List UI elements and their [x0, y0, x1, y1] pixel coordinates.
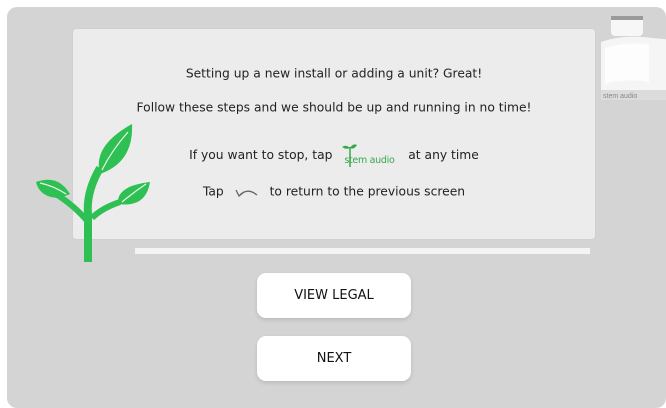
logo-text: stem audio — [344, 155, 395, 166]
next-label: NEXT — [316, 351, 352, 366]
stop-hint-prefix: If you want to stop, tap — [189, 148, 333, 162]
view-legal-button[interactable]: VIEW LEGAL — [257, 273, 411, 318]
ceiling-speaker-device-icon: stem audio — [601, 16, 666, 100]
intro-instructions-text: Follow these steps and we should be up a… — [136, 100, 532, 115]
intro-heading-text: Setting up a new install or adding a uni… — [185, 66, 483, 81]
back-hint-prefix: Tap — [202, 184, 224, 199]
setup-screen: stem audio Setting up a new install or a… — [7, 7, 666, 408]
plant-sprout-icon — [36, 124, 150, 262]
stem-audio-logo-icon: stem audio — [340, 142, 400, 168]
progress-bar — [135, 248, 590, 254]
stop-hint-suffix: at any time — [408, 148, 479, 162]
back-hint-suffix: to return to the previous screen — [269, 184, 466, 199]
progress-bar-fill — [135, 248, 590, 254]
device-label: stem audio — [603, 93, 637, 100]
intro-instructions: Follow these steps and we should be up a… — [73, 100, 595, 115]
back-arrow-icon — [235, 189, 258, 197]
view-legal-label: VIEW LEGAL — [294, 288, 374, 303]
intro-heading: Setting up a new install or adding a uni… — [73, 66, 595, 81]
next-button[interactable]: NEXT — [257, 336, 411, 381]
